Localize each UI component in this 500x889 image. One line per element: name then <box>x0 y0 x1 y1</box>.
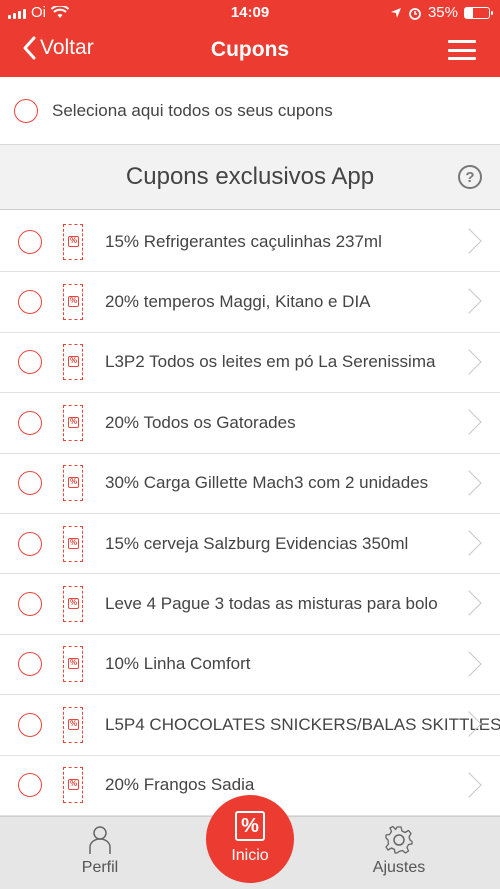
coupon-radio[interactable] <box>18 471 42 496</box>
chevron-right-icon <box>456 228 482 254</box>
coupon-icon: % <box>63 284 83 321</box>
coupon-icon: % <box>63 646 83 683</box>
coupon-row[interactable]: % L5P4 CHOCOLATES SNICKERS/BALAS SKITTLE… <box>0 695 500 756</box>
coupon-label: 10% Linha Comfort <box>105 654 251 674</box>
chevron-right-icon <box>456 771 482 798</box>
chevron-right-icon <box>456 469 482 496</box>
back-label: Voltar <box>40 36 94 59</box>
coupon-label: L5P4 CHOCOLATES SNICKERS/BALAS SKITTLES <box>105 714 500 734</box>
alarm-icon <box>409 7 421 20</box>
coupon-icon: % <box>63 767 83 804</box>
coupon-icon: % <box>63 465 83 502</box>
coupon-icon: % <box>63 706 83 743</box>
chevron-right-icon <box>456 590 482 617</box>
back-button[interactable]: Voltar <box>22 36 94 60</box>
chevron-right-icon <box>456 288 482 315</box>
chevron-right-icon <box>456 349 482 375</box>
coupon-icon: % <box>63 525 83 562</box>
coupon-radio[interactable] <box>18 531 42 556</box>
chevron-right-icon <box>456 530 482 556</box>
help-icon[interactable]: ? <box>458 165 482 189</box>
coupon-label: L3P2 Todos os leites em pó La Serenissim… <box>105 352 436 372</box>
coupon-radio[interactable] <box>18 773 42 798</box>
coupon-logo-icon: % <box>235 811 265 841</box>
coupon-radio[interactable] <box>18 592 42 617</box>
coupon-radio[interactable] <box>18 290 42 315</box>
tab-bar: Perfil % Inicio Ajustes <box>0 795 500 889</box>
tab-home[interactable]: % Inicio <box>206 795 294 883</box>
battery-icon <box>464 6 493 19</box>
tab-home-label: Inicio <box>231 847 269 864</box>
coupon-icon: % <box>63 586 83 623</box>
select-all-row[interactable]: Seleciona aqui todos os seus cupons <box>0 77 500 144</box>
coupon-icon: % <box>63 344 83 381</box>
tab-profile-label: Perfil <box>81 859 119 876</box>
tab-settings-label: Ajustes <box>372 859 426 876</box>
coupon-row[interactable]: % Leve 4 Pague 3 todas as misturas para … <box>0 574 500 635</box>
tab-profile[interactable]: Perfil <box>50 825 150 877</box>
coupon-row[interactable]: % 15% Refrigerantes caçulinhas 237ml <box>0 212 500 273</box>
coupon-icon: % <box>63 404 83 441</box>
status-bar: Oi 14:09 35% <box>0 0 500 26</box>
tab-settings[interactable]: Ajustes <box>349 825 449 877</box>
battery-percent: 35% <box>427 4 458 21</box>
app-header: Oi 14:09 35% Voltar Cupons <box>0 0 500 77</box>
coupon-row[interactable]: % 30% Carga Gillette Mach3 com 2 unidade… <box>0 453 500 514</box>
coupon-radio[interactable] <box>18 652 42 677</box>
select-all-label: Seleciona aqui todos os seus cupons <box>52 100 333 120</box>
section-header: Cupons exclusivos App ? <box>0 144 500 210</box>
coupon-icon: % <box>63 223 83 260</box>
chevron-right-icon <box>456 409 482 435</box>
coupon-label: 20% temperos Maggi, Kitano e DIA <box>105 292 371 312</box>
gear-icon <box>385 825 413 854</box>
user-icon <box>89 826 111 854</box>
menu-button[interactable] <box>448 40 476 60</box>
coupon-radio[interactable] <box>18 350 42 375</box>
coupon-row[interactable]: % 20% temperos Maggi, Kitano e DIA <box>0 272 500 333</box>
coupon-list: % 15% Refrigerantes caçulinhas 237ml % 2… <box>0 212 500 816</box>
coupon-radio[interactable] <box>18 712 42 737</box>
section-title: Cupons exclusivos App <box>125 163 375 190</box>
coupon-row[interactable]: % 20% Todos os Gatorades <box>0 393 500 454</box>
chevron-right-icon <box>456 651 482 677</box>
coupon-row[interactable]: % 15% cerveja Salzburg Evidencias 350ml <box>0 513 500 575</box>
coupon-row[interactable]: % 10% Linha Comfort <box>0 634 500 696</box>
coupon-label: Leve 4 Pague 3 todas as misturas para bo… <box>105 594 438 614</box>
chevron-left-icon <box>23 36 36 60</box>
coupon-label: 15% cerveja Salzburg Evidencias 350ml <box>105 533 409 553</box>
coupon-row[interactable]: % L3P2 Todos os leites em pó La Sereniss… <box>0 332 500 394</box>
coupon-label: 30% Carga Gillette Mach3 com 2 unidades <box>105 473 429 493</box>
coupon-label: 15% Refrigerantes caçulinhas 237ml <box>105 231 382 251</box>
location-arrow-icon <box>390 7 401 18</box>
select-all-radio[interactable] <box>14 98 38 123</box>
coupon-radio[interactable] <box>18 229 42 254</box>
coupon-radio[interactable] <box>18 410 42 435</box>
coupon-label: 20% Todos os Gatorades <box>105 412 296 432</box>
hamburger-icon <box>448 40 476 43</box>
coupon-label: 20% Frangos Sadia <box>105 775 255 795</box>
